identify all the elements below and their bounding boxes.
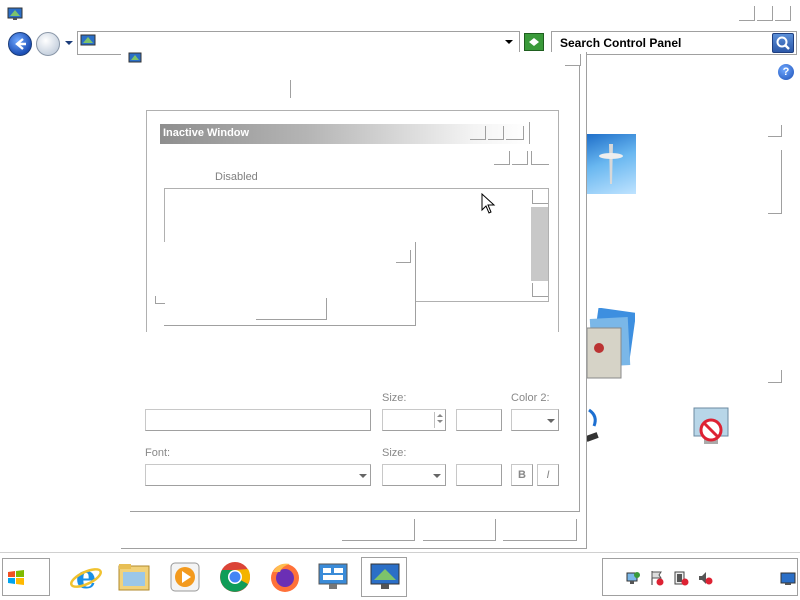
dialog-icon bbox=[128, 52, 142, 66]
screen-saver-disabled-icon[interactable] bbox=[690, 404, 736, 452]
internet-explorer-icon[interactable]: e bbox=[69, 558, 103, 596]
close-button[interactable] bbox=[775, 6, 791, 21]
ok-button[interactable] bbox=[342, 519, 415, 541]
active-minimize-button bbox=[494, 151, 510, 165]
panel-edge-1 bbox=[768, 125, 782, 137]
item-size-spin-buttons[interactable] bbox=[434, 412, 444, 428]
display-settings-taskbar-button[interactable] bbox=[361, 557, 407, 597]
scrollbar-thumb bbox=[531, 207, 548, 281]
scroll-up-button bbox=[532, 190, 548, 204]
inactive-window-title: Inactive Window bbox=[163, 127, 250, 139]
search-icon[interactable] bbox=[772, 33, 794, 53]
desktop-background-thumbnail[interactable] bbox=[587, 134, 636, 194]
preview-corner bbox=[155, 296, 165, 304]
tab-divider bbox=[290, 80, 291, 98]
address-dropdown-icon[interactable] bbox=[505, 40, 513, 44]
font-select[interactable] bbox=[145, 464, 371, 486]
scroll-down-button bbox=[532, 283, 548, 297]
help-icon-label: ? bbox=[782, 66, 790, 78]
theme-stack-thumbnail[interactable] bbox=[585, 307, 637, 383]
panel-edge-2 bbox=[768, 150, 782, 214]
color2-dropdown-icon[interactable] bbox=[547, 419, 555, 423]
bold-button[interactable]: B bbox=[511, 464, 533, 486]
cancel-button[interactable] bbox=[423, 519, 496, 541]
help-icon[interactable]: ? bbox=[778, 64, 794, 80]
font-color-picker[interactable] bbox=[456, 464, 502, 486]
file-explorer-icon[interactable] bbox=[117, 560, 151, 594]
inactive-minimize-button bbox=[470, 126, 486, 140]
dialog-close-button[interactable] bbox=[565, 54, 581, 66]
inactive-maximize-button bbox=[488, 126, 504, 140]
font-size-dropdown-icon[interactable] bbox=[433, 474, 441, 478]
color2-label: Color 2: bbox=[511, 392, 550, 404]
inactive-close-button bbox=[506, 126, 524, 140]
font-size-label: Size: bbox=[382, 447, 407, 459]
sound-note-icon[interactable] bbox=[585, 408, 600, 444]
disabled-menu-label: Disabled bbox=[215, 171, 258, 183]
control-panel-window-icon bbox=[7, 6, 23, 22]
font-label: Font: bbox=[145, 447, 171, 459]
item-select[interactable] bbox=[145, 409, 371, 431]
active-close-button bbox=[531, 151, 549, 165]
refresh-icon[interactable] bbox=[524, 33, 544, 51]
action-center-icon[interactable] bbox=[649, 570, 665, 586]
control-panel-icon bbox=[80, 33, 96, 49]
message-close-button bbox=[396, 250, 411, 263]
search-placeholder: Search Control Panel bbox=[560, 36, 682, 50]
preview-divider bbox=[529, 122, 530, 144]
network-icon[interactable] bbox=[625, 570, 641, 586]
show-desktop-icon[interactable] bbox=[780, 572, 796, 586]
recent-pages-dropdown-icon[interactable] bbox=[65, 41, 73, 45]
message-ok-button bbox=[256, 298, 327, 320]
media-player-icon[interactable] bbox=[168, 560, 202, 594]
back-button[interactable] bbox=[8, 32, 32, 56]
forward-button[interactable] bbox=[36, 32, 60, 56]
item-size-label: Size: bbox=[382, 392, 407, 404]
italic-button[interactable]: I bbox=[537, 464, 559, 486]
apply-button[interactable] bbox=[503, 519, 577, 541]
active-maximize-button bbox=[512, 151, 528, 165]
volume-muted-icon[interactable] bbox=[697, 570, 713, 586]
mouse-cursor bbox=[481, 192, 497, 215]
panel-edge-3 bbox=[768, 370, 782, 383]
font-dropdown-icon[interactable] bbox=[359, 474, 367, 478]
color1-picker[interactable] bbox=[456, 409, 502, 431]
start-button[interactable] bbox=[2, 558, 50, 596]
svg-text:e: e bbox=[76, 560, 96, 594]
chrome-icon[interactable] bbox=[218, 560, 252, 594]
control-panel-taskbar-icon[interactable] bbox=[316, 560, 350, 594]
minimize-button[interactable] bbox=[739, 6, 755, 21]
maximize-button[interactable] bbox=[757, 6, 773, 21]
firefox-icon[interactable] bbox=[268, 560, 302, 594]
power-icon[interactable] bbox=[673, 570, 689, 586]
